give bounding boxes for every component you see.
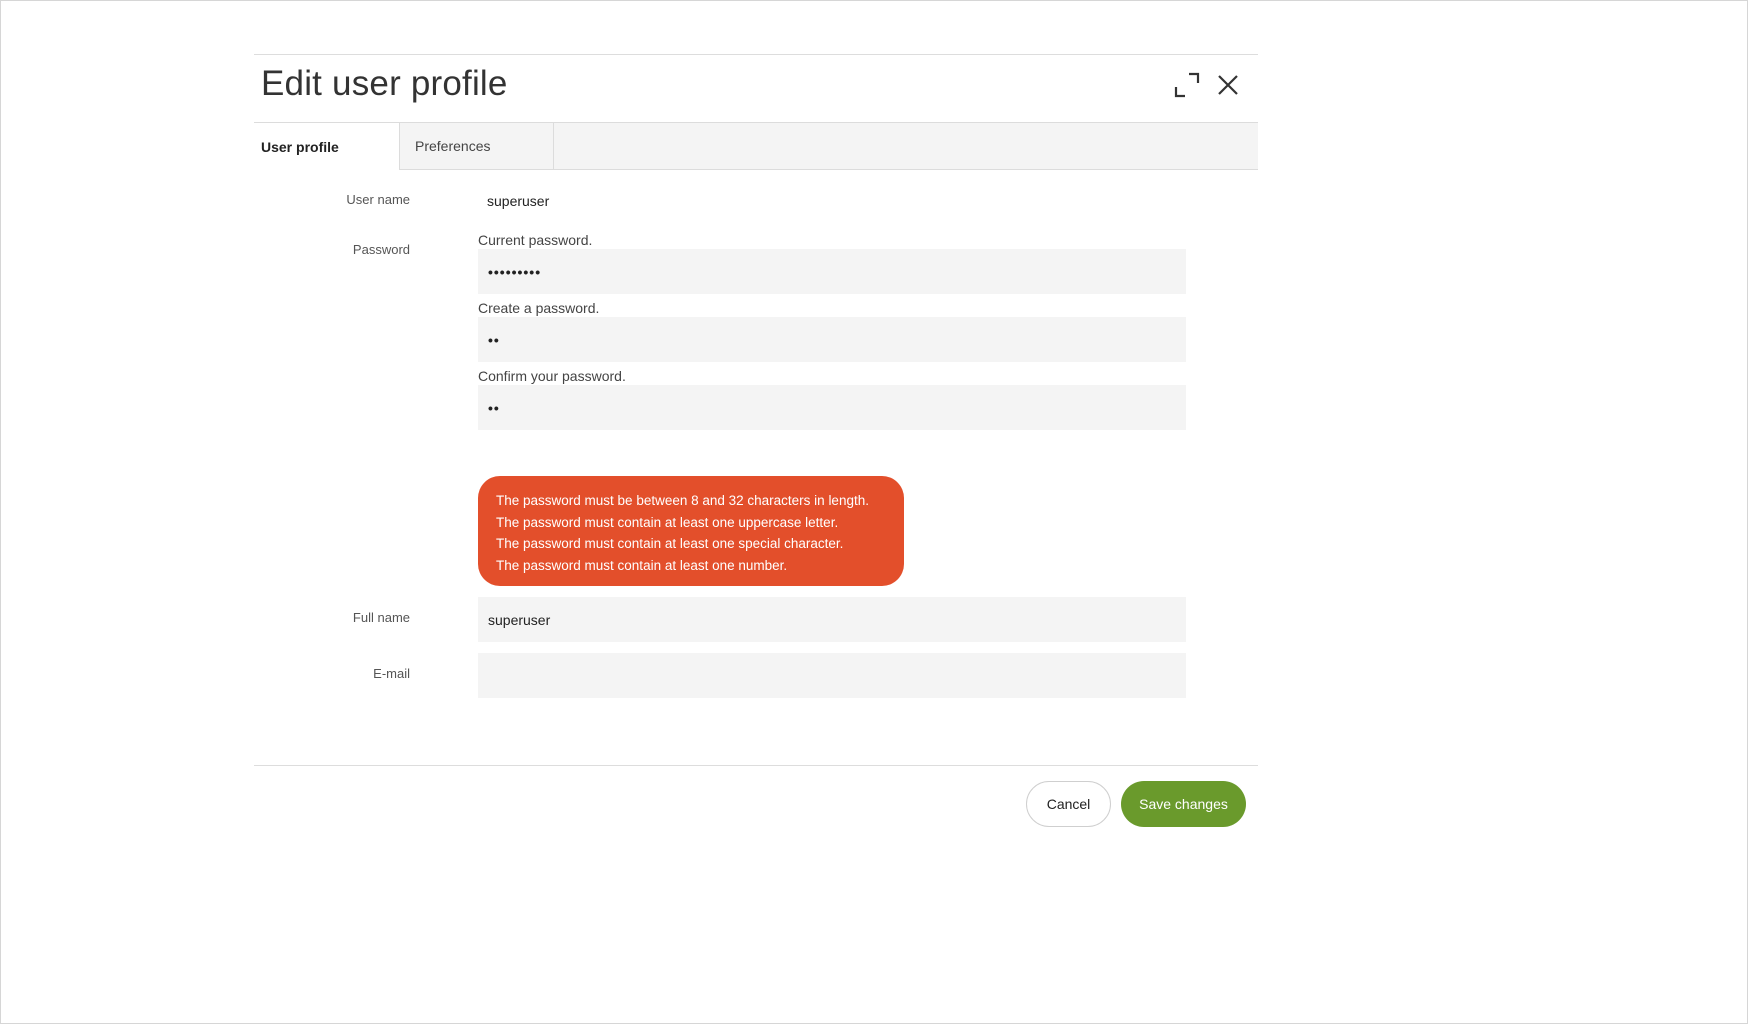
confirm-password-field[interactable]: ••: [478, 385, 1186, 430]
close-icon[interactable]: [1211, 68, 1245, 102]
save-changes-button[interactable]: Save changes: [1121, 781, 1246, 827]
edit-profile-dialog: Edit user profile User profile Preferenc…: [254, 54, 1258, 844]
footer-divider: [254, 765, 1258, 766]
dialog-top-border: [254, 54, 1258, 55]
dialog-title: Edit user profile: [261, 64, 508, 103]
app-frame: Edit user profile User profile Preferenc…: [0, 0, 1748, 1024]
error-line: The password must contain at least one u…: [496, 514, 839, 530]
create-password-label: Create a password.: [478, 300, 600, 316]
email-label: E-mail: [373, 666, 410, 681]
cancel-button[interactable]: Cancel: [1026, 781, 1111, 827]
error-line: The password must contain at least one n…: [496, 557, 788, 573]
tab-bar-filler: [554, 123, 1258, 170]
error-line: The password must be between 8 and 32 ch…: [496, 493, 869, 508]
confirm-password-label: Confirm your password.: [478, 368, 626, 384]
expand-icon[interactable]: [1170, 68, 1204, 102]
fullname-field[interactable]: superuser: [478, 597, 1186, 642]
username-value: superuser: [487, 193, 550, 209]
current-password-field[interactable]: •••••••••: [478, 249, 1186, 294]
tab-bar: User profile Preferences: [254, 122, 1258, 170]
password-error-message: The password must be between 8 and 32 ch…: [478, 476, 904, 586]
email-field[interactable]: [478, 653, 1186, 698]
fullname-label: Full name: [352, 610, 410, 625]
username-label: User name: [346, 192, 410, 207]
error-line: The password must contain at least one s…: [496, 536, 844, 551]
tab-user-profile[interactable]: User profile: [254, 123, 399, 170]
create-password-field[interactable]: ••: [478, 317, 1186, 362]
tab-preferences[interactable]: Preferences: [399, 123, 554, 170]
password-label: Password: [352, 242, 410, 257]
current-password-label: Current password.: [478, 232, 593, 248]
